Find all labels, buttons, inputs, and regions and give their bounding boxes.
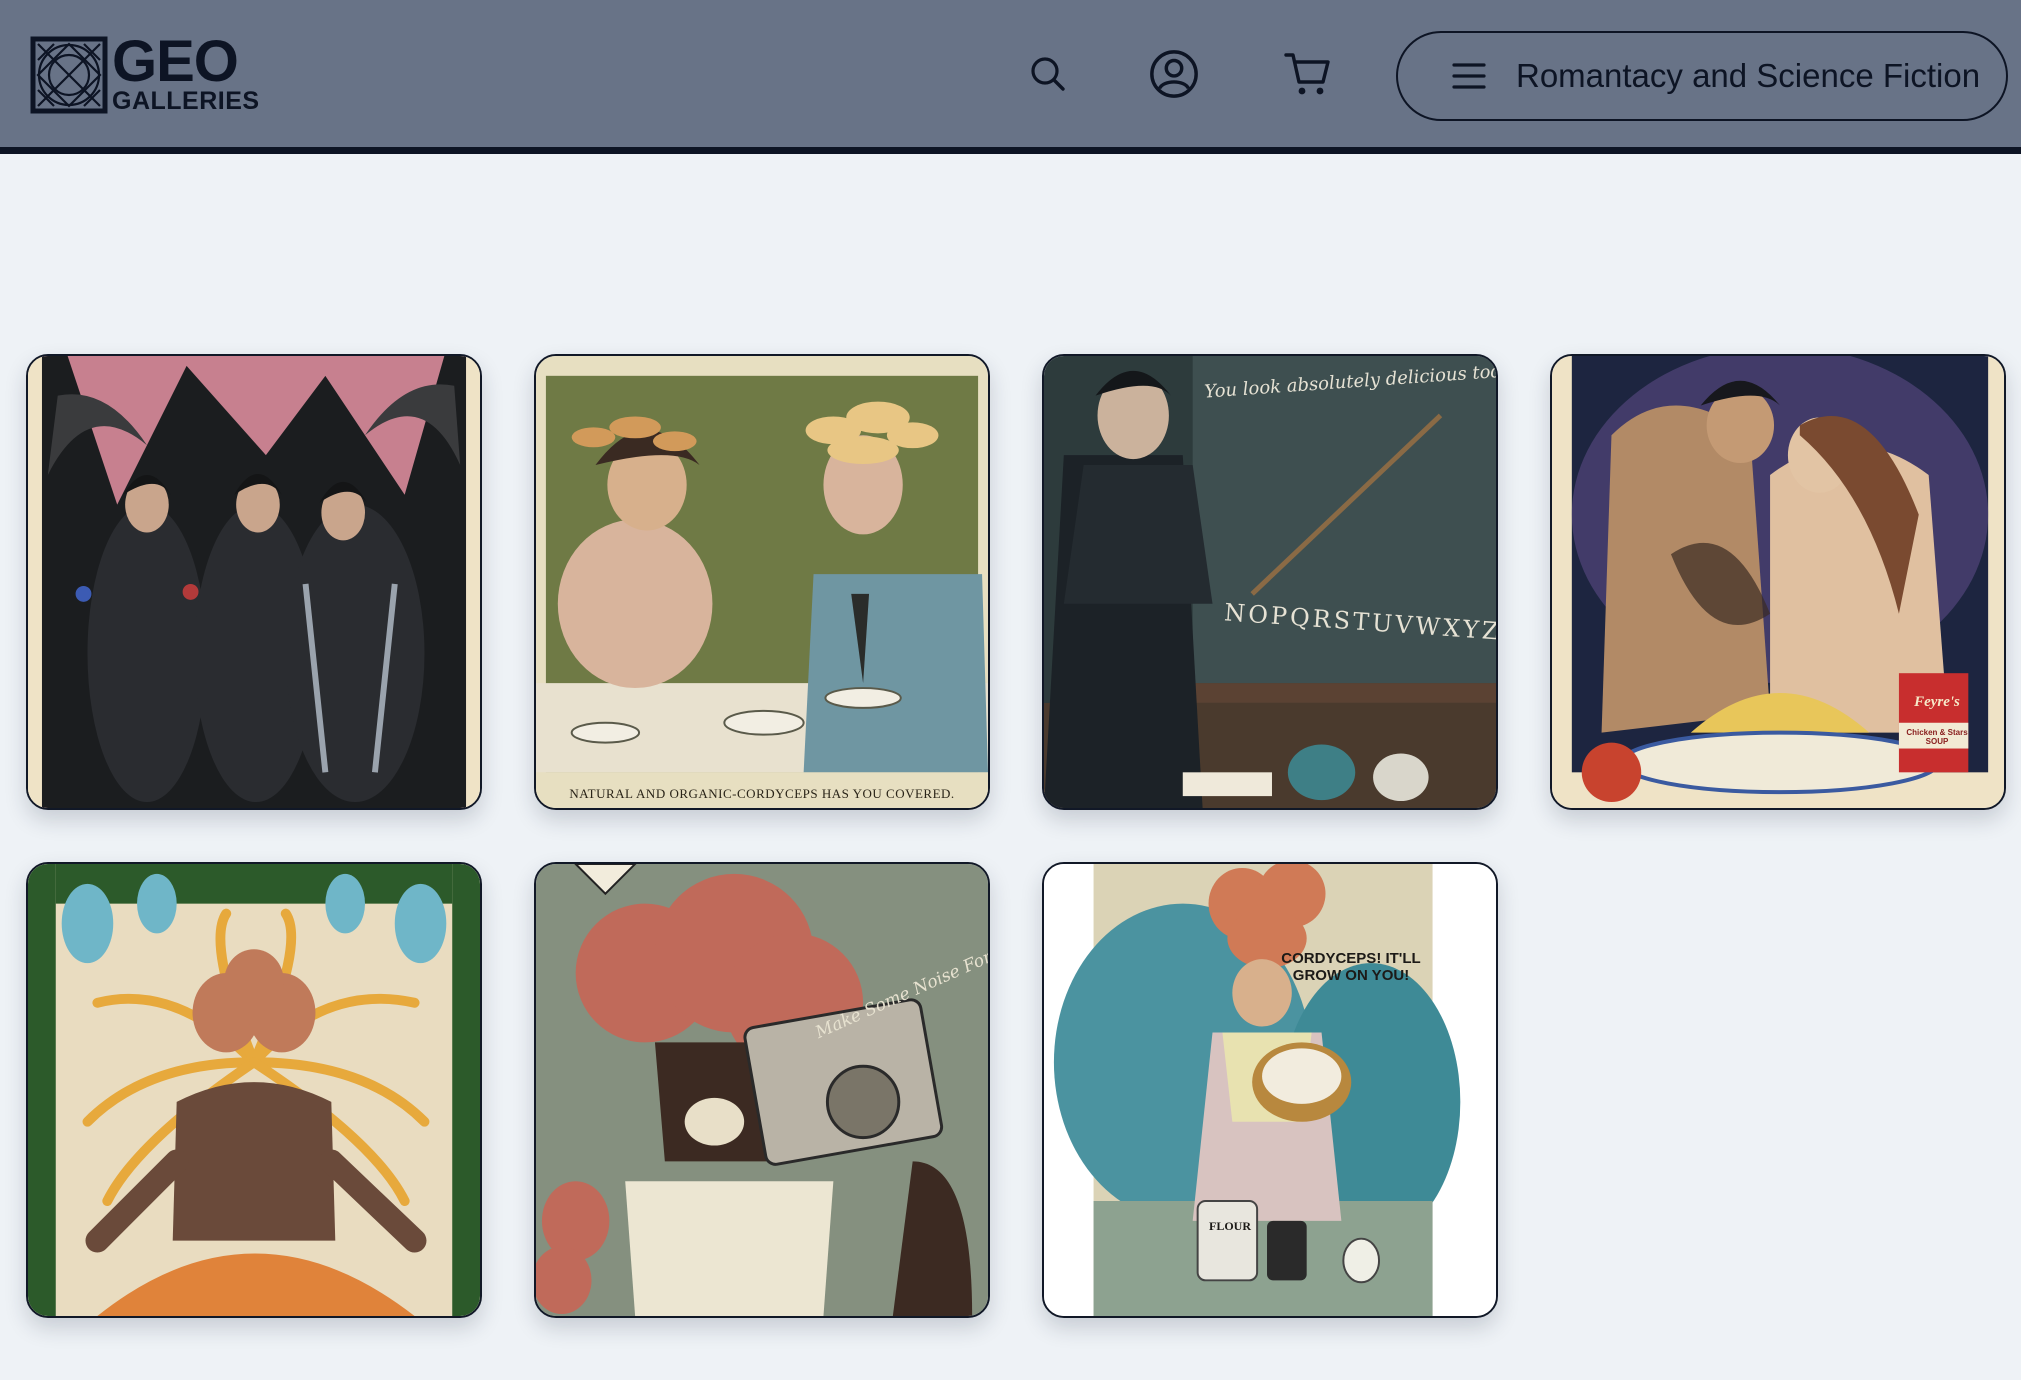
cart-icon [1284,53,1330,95]
artwork-card-meditating-clicker[interactable] [26,862,482,1318]
artwork-card-boombox-clicker[interactable]: Make Some Noise For Cordyceps! [534,862,990,1318]
artwork-card-cordyceps-tea-couple[interactable]: Natural and organic-cordyceps has you co… [534,354,990,810]
search-icon [1031,57,1065,91]
cart-button[interactable] [1282,48,1334,100]
account-button[interactable] [1148,48,1200,100]
artwork-cordyceps-tea-couple-image [536,356,988,808]
account-icon [1150,50,1198,98]
logo-mark-icon [30,36,108,114]
logo-wordmark: GEO GALLERIES [112,32,260,115]
artwork-housewife-slogan: CORDYCEPS! IT'LL GROW ON YOU! [1281,950,1421,985]
soup-can-brand: Feyre's [1914,694,1960,710]
artwork-card-baking-housewife[interactable]: CORDYCEPS! IT'LL GROW ON YOU! FLOUR [1042,862,1498,1318]
flour-jar-label: FLOUR [1209,1219,1251,1233]
soup-can-label: Chicken & Stars SOUP [1906,728,1968,747]
site-header: GEO GALLERIES Romantacy and Science Fict [0,0,2021,154]
artwork-caption-tea-couple: Natural and organic-cordyceps has you co… [569,786,955,801]
artwork-chalkboard-teacher-image [1044,356,1496,808]
search-button[interactable] [1022,48,1074,100]
logo-line-galleries: GALLERIES [112,86,260,115]
artwork-card-chalkboard-teacher[interactable]: You look absolutely delicious today~ NOP… [1042,354,1498,810]
artwork-card-embracing-couple[interactable]: Feyre's Chicken & Stars SOUP [1550,354,2006,810]
artwork-meditating-clicker-image [28,864,480,1316]
artwork-card-winged-brothers[interactable] [26,354,482,810]
brand-logo[interactable]: GEO GALLERIES [30,32,260,116]
artwork-boombox-clicker-image [536,864,988,1316]
category-menu-label: Romantacy and Science Fiction [1516,57,1981,94]
logo-line-geo: GEO [112,28,239,94]
artwork-baking-housewife-image [1044,864,1496,1316]
artwork-winged-brothers-image [28,356,480,808]
menu-icon [1452,63,1486,89]
category-menu-button[interactable]: Romantacy and Science Fiction [1396,31,2008,121]
